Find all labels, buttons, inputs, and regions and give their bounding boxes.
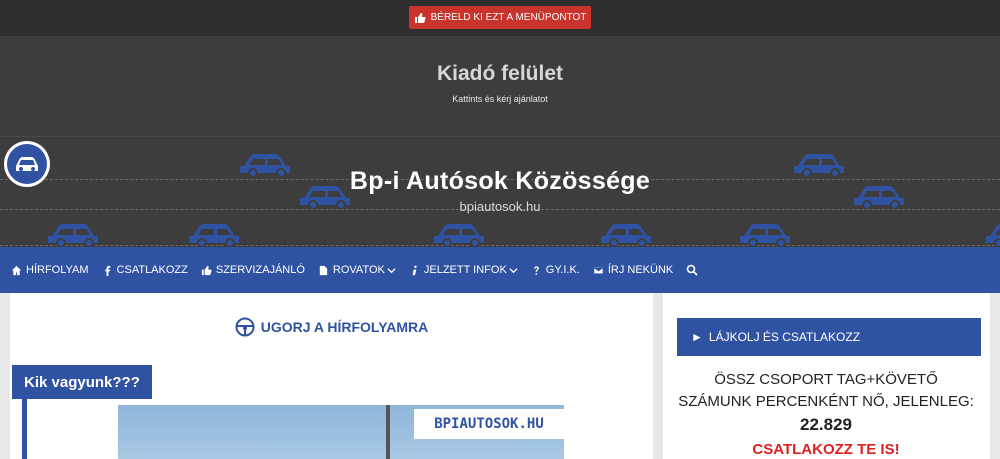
chevron-down-icon [387, 267, 396, 273]
nav-item-jelzett-infok[interactable]: JELZETT INFOK [409, 264, 518, 276]
nav-item-label: GY.I.K. [545, 264, 580, 276]
jump-to-feed-link[interactable]: UGORJ A HÍRFOLYAMRA [10, 317, 653, 337]
search-button[interactable] [686, 264, 702, 276]
sidebar: ► LÁJKOLJ ÉS CSATLAKOZZ ÖSSZ CSOPORT TAG… [663, 293, 990, 459]
car-icon [986, 224, 1000, 247]
nav-item-label: JELZETT INFOK [423, 264, 507, 276]
nav-item-label: SZERVIZAJÁNLÓ [215, 264, 305, 276]
nav-item-label: CSATLAKOZZ [116, 264, 188, 276]
section-heading: Kik vagyunk??? [12, 365, 152, 399]
top-bar: BÉRELD KI EZT A MENÜPONTOT [0, 0, 1000, 36]
nav-item-hirfolyam[interactable]: HÍRFOLYAM [11, 264, 89, 276]
site-tagline: bpiautosok.hu [459, 199, 541, 214]
thumbs-up-icon [414, 12, 426, 23]
thumbs-up-icon [201, 265, 212, 275]
member-count: 22.829 [800, 415, 852, 434]
facebook-icon [104, 265, 110, 276]
nav-item-gyik[interactable]: GY.I.K. [531, 264, 580, 276]
document-icon [319, 265, 328, 275]
rent-button-label: BÉRELD KI EZT A MENÜPONTOT [430, 12, 587, 23]
nav-item-szervizajanlo[interactable]: SZERVIZAJÁNLÓ [201, 264, 305, 276]
car-icon [48, 224, 98, 247]
nav-item-label: ÍRJ NEKÜNK [607, 264, 674, 276]
ad-title[interactable]: Kiadó felület [0, 62, 1000, 86]
photo-watermark: BPIAUTOSOK.HU [414, 409, 564, 439]
section-accent-bar [22, 399, 27, 459]
member-count-text: ÖSSZ CSOPORT TAG+KÖVETŐ SZÁMUNK PERCENKÉ… [667, 369, 985, 413]
home-icon [11, 265, 22, 275]
member-text-line: SZÁMUNK PERCENKÉNT NŐ, JELENLEG: [678, 393, 974, 410]
car-icon [601, 224, 651, 247]
info-icon [412, 265, 417, 275]
jump-label: UGORJ A HÍRFOLYAMRA [260, 319, 429, 335]
main-content: UGORJ A HÍRFOLYAMRA Kik vagyunk??? BPIAU… [10, 293, 653, 459]
search-icon [686, 264, 698, 276]
nav-item-csatlakozz[interactable]: CSATLAKOZZ [102, 264, 188, 276]
site-title[interactable]: Bp-i Autósok Közössége [0, 167, 1000, 196]
nav-item-label: ROVATOK [332, 264, 385, 276]
play-icon: ► [691, 330, 703, 344]
steering-wheel-icon [235, 317, 255, 337]
featured-photo: BPIAUTOSOK.HU [118, 405, 564, 459]
rent-menu-button[interactable]: BÉRELD KI EZT A MENÜPONTOT [409, 6, 591, 29]
photo-pole [386, 405, 390, 459]
ad-zone[interactable]: Kiadó felület Kattints és kérj ajánlatot [0, 36, 1000, 137]
join-link[interactable]: CSATLAKOZZ TE IS! [667, 441, 985, 458]
nav-item-irj-nekunk[interactable]: ÍRJ NEKÜNK [593, 264, 673, 276]
road-line [0, 245, 1000, 246]
site-header: Bp-i Autósok Közössége bpiautosok.hu [0, 137, 1000, 247]
question-icon [534, 265, 539, 275]
nav-item-rovatok[interactable]: ROVATOK [318, 264, 396, 276]
member-text-line: ÖSSZ CSOPORT TAG+KÖVETŐ [714, 371, 938, 388]
nav-item-label: HÍRFOLYAM [26, 264, 89, 276]
widget-title: ► LÁJKOLJ ÉS CSATLAKOZZ [677, 318, 981, 356]
widget-title-label: LÁJKOLJ ÉS CSATLAKOZZ [708, 330, 861, 344]
main-nav: HÍRFOLYAM CSATLAKOZZ SZERVIZAJÁNLÓ ROVAT… [0, 247, 1000, 293]
car-icon [189, 224, 239, 247]
chevron-down-icon [509, 267, 518, 273]
car-icon [740, 224, 790, 247]
envelope-icon [593, 266, 604, 274]
ad-subtitle: Kattints és kérj ajánlatot [452, 94, 548, 104]
car-icon [434, 224, 484, 247]
